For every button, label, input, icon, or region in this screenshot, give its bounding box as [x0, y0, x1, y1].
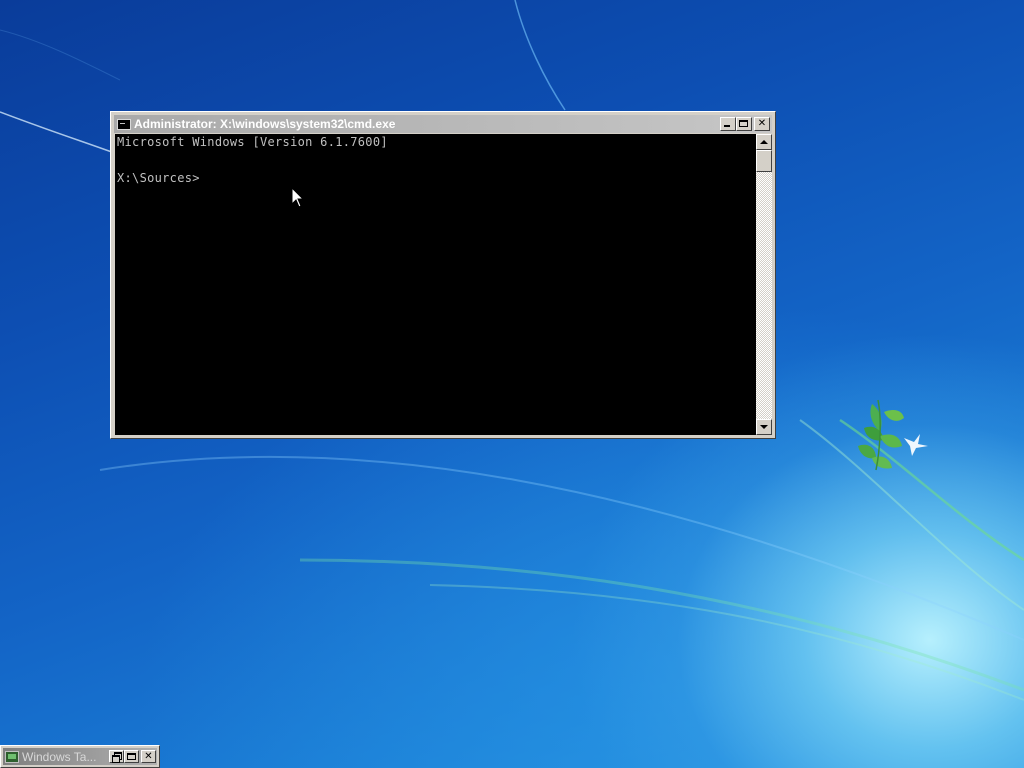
close-button[interactable]: ✕	[141, 750, 156, 763]
close-icon: ✕	[144, 750, 153, 762]
scroll-up-button[interactable]	[756, 134, 772, 150]
title-bar[interactable]: Administrator: X:\windows\system32\cmd.e…	[114, 115, 772, 133]
console-output[interactable]: Microsoft Windows [Version 6.1.7600] X:\…	[115, 134, 756, 435]
minimize-icon	[724, 125, 730, 127]
minimized-window[interactable]: Windows Ta... ✕	[0, 745, 160, 768]
maximize-button[interactable]	[124, 750, 139, 763]
console-prompt: X:\Sources>	[117, 171, 200, 185]
console-icon	[117, 118, 131, 130]
plant-icon	[858, 399, 904, 471]
restore-icon	[112, 752, 122, 763]
window-title: Administrator: X:\windows\system32\cmd.e…	[134, 117, 396, 131]
arrow-up-icon	[760, 140, 768, 144]
bird-icon	[904, 434, 928, 456]
close-icon: ✕	[757, 118, 767, 129]
arrow-down-icon	[760, 425, 768, 429]
console-line: Microsoft Windows [Version 6.1.7600]	[117, 135, 388, 149]
minimize-button[interactable]	[720, 117, 736, 131]
minimized-window-title: Windows Ta...	[22, 749, 97, 764]
console-window[interactable]: Administrator: X:\windows\system32\cmd.e…	[110, 111, 776, 439]
maximize-icon	[127, 753, 136, 760]
restore-button[interactable]	[109, 750, 124, 763]
scroll-down-button[interactable]	[756, 419, 772, 435]
close-button[interactable]: ✕	[754, 117, 770, 131]
minimized-title-bar[interactable]: Windows Ta... ✕	[3, 748, 157, 765]
maximize-button[interactable]	[736, 117, 752, 131]
vertical-scrollbar[interactable]	[756, 134, 772, 435]
desktop: Administrator: X:\windows\system32\cmd.e…	[0, 0, 1024, 768]
maximize-icon	[739, 120, 748, 127]
mouse-cursor-icon	[291, 187, 305, 208]
scroll-thumb[interactable]	[756, 150, 772, 172]
task-window-icon	[5, 750, 19, 763]
